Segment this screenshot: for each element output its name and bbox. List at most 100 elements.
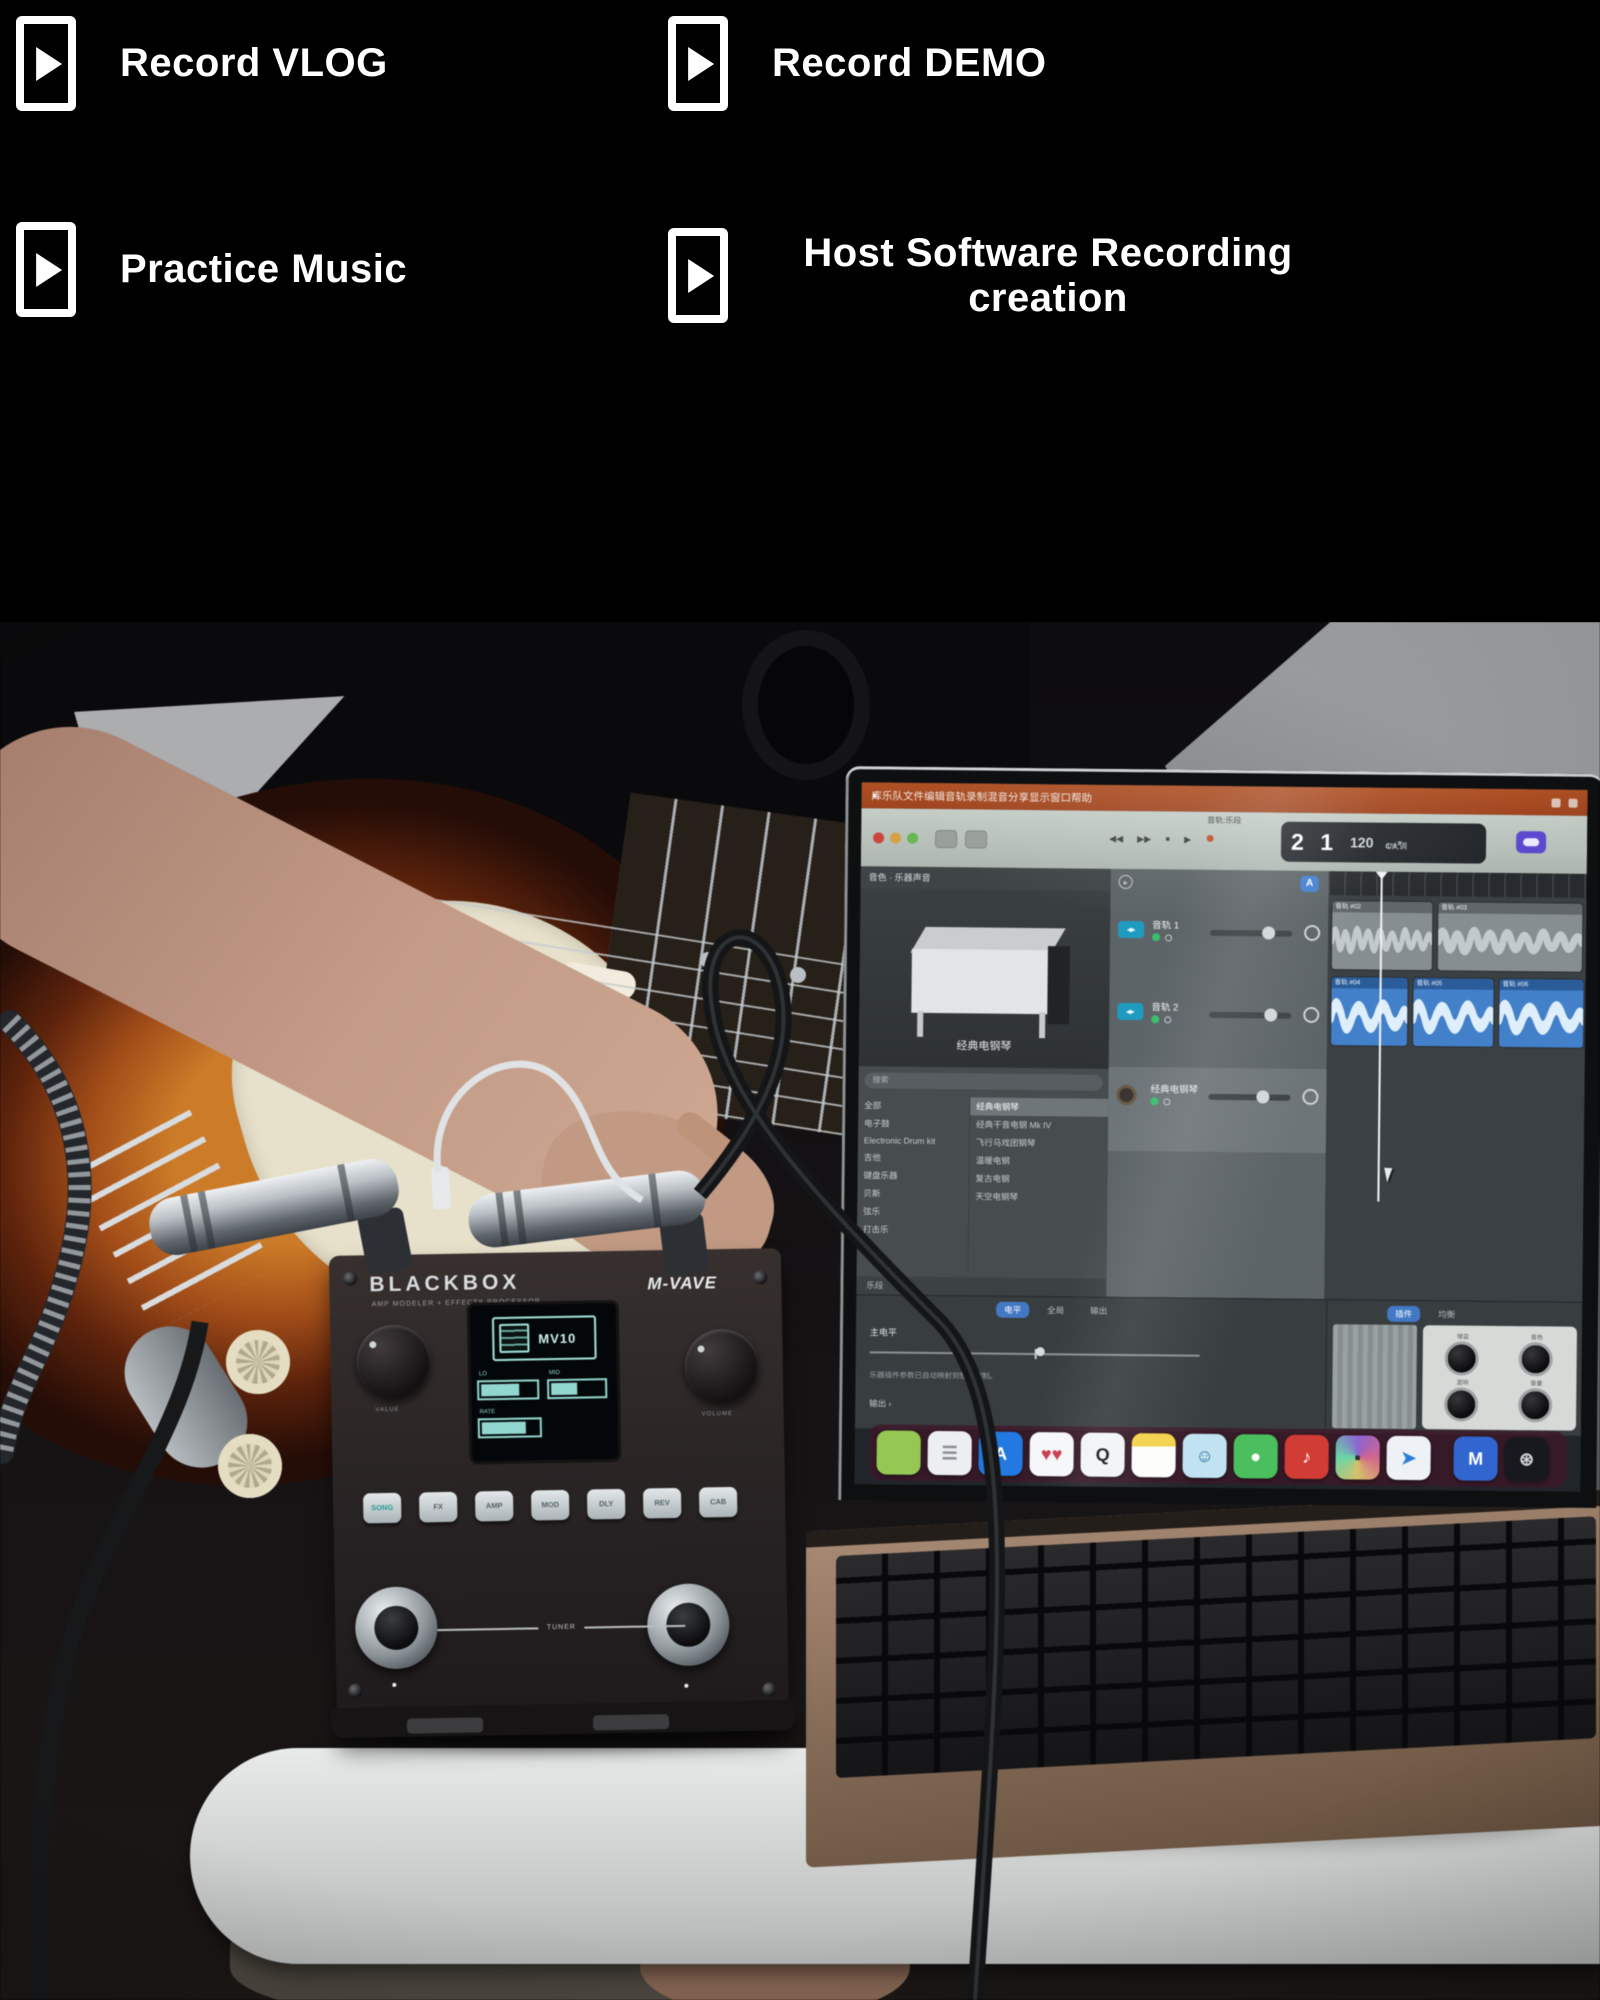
tab-level[interactable]: 电平 bbox=[996, 1302, 1029, 1318]
footswitch-left[interactable] bbox=[355, 1586, 438, 1669]
tab-plugin[interactable]: 插件 bbox=[1387, 1306, 1420, 1322]
category-item[interactable]: 全部 bbox=[858, 1096, 969, 1115]
track-options-icon[interactable]: ▸ bbox=[1119, 875, 1133, 889]
zoom-window-button[interactable] bbox=[907, 833, 918, 844]
slider-knob[interactable] bbox=[1264, 1008, 1277, 1021]
menu-item[interactable]: 文件 bbox=[903, 791, 924, 803]
patch-item[interactable]: 飞行马戏团钢琴 bbox=[970, 1133, 1108, 1152]
dock-hearts-app[interactable]: ♥♥ bbox=[1029, 1432, 1073, 1476]
dock-contacts-blue[interactable]: ☺ bbox=[1182, 1434, 1226, 1478]
category-item[interactable]: 电子鼓 bbox=[858, 1114, 969, 1133]
category-item[interactable]: Electronic Drum kit bbox=[858, 1132, 969, 1149]
play-button[interactable]: ▸ bbox=[1184, 830, 1191, 847]
library-toggle-button[interactable] bbox=[935, 830, 957, 848]
dock-m-vave-app[interactable]: M bbox=[1453, 1436, 1497, 1480]
volume-slider[interactable] bbox=[1208, 1094, 1290, 1101]
pedal-mode-button[interactable]: REV bbox=[643, 1488, 682, 1519]
menu-item[interactable]: 编辑 bbox=[924, 791, 945, 803]
pedal-mode-button[interactable]: AMP bbox=[475, 1491, 514, 1522]
menu-item[interactable]: 窗口 bbox=[1050, 792, 1071, 804]
menu-item[interactable]: 帮助 bbox=[1071, 792, 1092, 804]
slider-handle[interactable] bbox=[1036, 1347, 1045, 1356]
menu-item[interactable]: 显示 bbox=[1029, 792, 1050, 804]
loop-browser-button[interactable] bbox=[1516, 831, 1546, 853]
patch-item[interactable]: 天空电钢琴 bbox=[969, 1187, 1107, 1206]
dock-netease-music[interactable]: ♪ bbox=[1284, 1435, 1328, 1479]
dock-wechat[interactable]: ● bbox=[1233, 1434, 1277, 1478]
mute-solo-controls[interactable] bbox=[1151, 1015, 1171, 1023]
pan-knob[interactable] bbox=[1303, 1007, 1319, 1023]
mute-solo-controls[interactable] bbox=[1152, 933, 1172, 941]
dock-qq[interactable]: Q bbox=[1080, 1433, 1124, 1477]
audio-region[interactable]: 音轨 #03 bbox=[1438, 902, 1583, 972]
category-item[interactable]: 贝斯 bbox=[857, 1184, 968, 1203]
patch-item[interactable]: 经典电钢琴 bbox=[970, 1097, 1108, 1116]
output-link[interactable]: 输出 › bbox=[869, 1397, 891, 1409]
amp-knob-tone[interactable] bbox=[1519, 1342, 1553, 1376]
smart-controls-button[interactable] bbox=[965, 830, 987, 848]
pedal-mode-button[interactable]: SONG bbox=[363, 1493, 402, 1524]
track-header-1[interactable]: ◂▸ 音轨 1 bbox=[1110, 903, 1329, 979]
param-slider[interactable] bbox=[870, 1351, 1200, 1356]
category-item[interactable]: 吉他 bbox=[858, 1148, 969, 1167]
dock-steam[interactable]: ⊛ bbox=[1504, 1437, 1548, 1481]
tab-output[interactable]: 输出 bbox=[1082, 1303, 1115, 1319]
pedal-mode-button[interactable]: MOD bbox=[531, 1490, 570, 1521]
smart-controls-tabs: 电平 全局 输出 bbox=[996, 1302, 1115, 1319]
stop-button[interactable]: ▪ bbox=[1165, 830, 1170, 846]
tab-global[interactable]: 全局 bbox=[1039, 1302, 1072, 1318]
category-item[interactable]: 键盘乐器 bbox=[857, 1166, 968, 1185]
dock-app-store[interactable]: A bbox=[978, 1431, 1022, 1475]
dock-final-cut[interactable]: ▪ bbox=[1335, 1435, 1379, 1479]
dock-app-green[interactable] bbox=[876, 1430, 920, 1474]
volume-slider[interactable] bbox=[1210, 930, 1292, 937]
patch-item[interactable]: 经典干音电钢 Mk IV bbox=[970, 1115, 1108, 1134]
pedal-mode-button[interactable]: FX bbox=[419, 1492, 458, 1523]
dock-notes[interactable] bbox=[1131, 1433, 1175, 1477]
forward-button[interactable]: ▸▸ bbox=[1137, 830, 1151, 847]
patch-item[interactable]: 温暖电钢 bbox=[970, 1151, 1108, 1170]
slider-knob[interactable] bbox=[1256, 1090, 1269, 1103]
timeline-area[interactable]: 音轨 #02 音轨 #03 音轨 #04 音轨 #05 bbox=[1324, 871, 1586, 1302]
pedal-mode-button[interactable]: CAB bbox=[699, 1487, 738, 1518]
laptop-keyboard[interactable] bbox=[836, 1516, 1596, 1778]
minimize-window-button[interactable] bbox=[890, 833, 901, 844]
volume-slider[interactable] bbox=[1209, 1012, 1291, 1019]
slider-knob[interactable] bbox=[1262, 926, 1275, 939]
patch-item[interactable]: 复古电钢 bbox=[969, 1169, 1107, 1188]
menu-item[interactable]: 录制 bbox=[966, 791, 987, 803]
volume-knob[interactable] bbox=[684, 1328, 759, 1403]
amp-knob-reverb[interactable] bbox=[1444, 1387, 1478, 1421]
menu-item[interactable]: 库乐队 bbox=[871, 790, 903, 802]
status-icon[interactable] bbox=[1551, 798, 1560, 807]
dock-reminders[interactable]: ☰ bbox=[927, 1431, 971, 1475]
value-knob[interactable] bbox=[356, 1324, 431, 1399]
search-input[interactable]: 搜索 bbox=[864, 1072, 1102, 1090]
category-item[interactable]: 打击乐 bbox=[857, 1220, 968, 1239]
pan-knob[interactable] bbox=[1304, 925, 1320, 941]
close-window-button[interactable] bbox=[873, 832, 884, 843]
amp-knob-gain[interactable] bbox=[1445, 1341, 1479, 1375]
category-item[interactable]: 弦乐 bbox=[857, 1202, 968, 1221]
audio-region-blue[interactable]: 音轨 #04 bbox=[1331, 977, 1408, 1046]
lcd-display[interactable]: 2 1 120 4/4 C大调 ▾ bbox=[1281, 822, 1486, 864]
tab-eq[interactable]: 均衡 bbox=[1430, 1306, 1463, 1322]
menu-item[interactable]: 混音 bbox=[987, 792, 1008, 804]
status-icon[interactable] bbox=[1568, 798, 1577, 807]
track-header-3-selected[interactable]: 经典电钢琴 bbox=[1108, 1067, 1327, 1153]
timeline-ruler[interactable] bbox=[1329, 871, 1587, 898]
menu-item[interactable]: 音轨 bbox=[945, 791, 966, 803]
pan-knob[interactable] bbox=[1302, 1089, 1318, 1105]
menu-item[interactable]: 分享 bbox=[1008, 792, 1029, 804]
track-header-2[interactable]: ◂▸ 音轨 2 bbox=[1109, 985, 1328, 1061]
record-button[interactable]: ● bbox=[1205, 830, 1215, 848]
dock-downloader[interactable]: ➤ bbox=[1386, 1436, 1430, 1480]
mute-solo-controls[interactable] bbox=[1150, 1097, 1170, 1105]
audio-region-blue[interactable]: 音轨 #06 bbox=[1499, 979, 1584, 1048]
automation-button[interactable]: A bbox=[1301, 876, 1319, 892]
rubber-foot bbox=[407, 1717, 483, 1733]
amp-knob-volume[interactable] bbox=[1518, 1388, 1552, 1422]
pedal-mode-button[interactable]: DLY bbox=[587, 1489, 626, 1520]
rewind-button[interactable]: ◂◂ bbox=[1109, 829, 1123, 846]
audio-region-blue[interactable]: 音轨 #05 bbox=[1413, 978, 1494, 1047]
